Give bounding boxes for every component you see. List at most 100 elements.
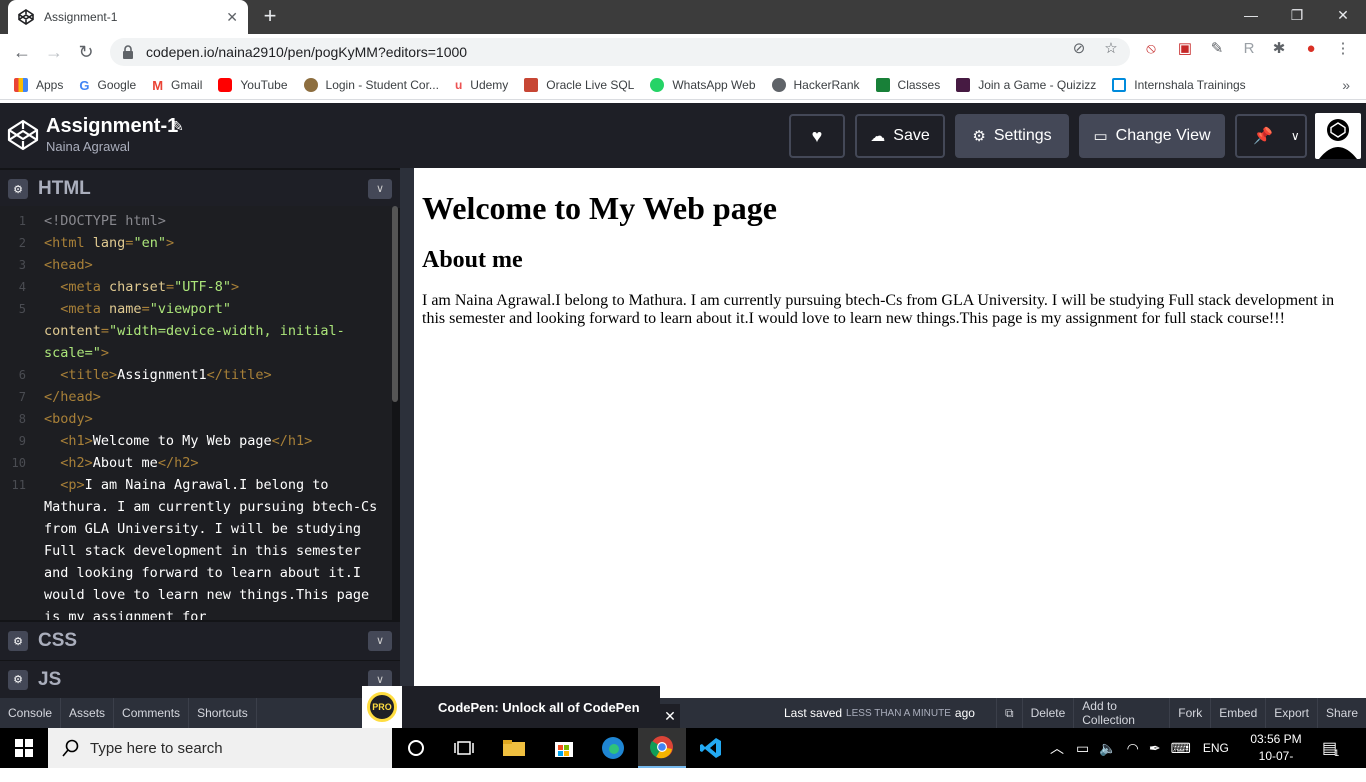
shortcuts-button[interactable]: Shortcuts [189, 698, 257, 728]
code-line: <p>I am Naina Agrawal.I belong to Mathur… [44, 477, 386, 620]
promo-close-icon[interactable]: ✕ [660, 704, 680, 728]
codepen-logo-icon[interactable] [7, 119, 39, 151]
avatar[interactable] [1315, 113, 1361, 159]
wifi-icon[interactable]: ◠ [1127, 740, 1139, 757]
taskbar-search[interactable]: Type here to search [48, 728, 392, 768]
pro-promo-banner[interactable]: PRO CodePen: Unlock all of CodePen [362, 686, 660, 728]
bookmark-quizizz[interactable]: Join a Game - Quizizz [956, 77, 1096, 92]
notifications-icon[interactable]: ▤ 1 [1322, 728, 1339, 768]
code-line: <head> [44, 257, 93, 273]
code-line: <!DOCTYPE html> [44, 213, 166, 229]
restore-icon[interactable]: ❐ [1274, 0, 1320, 30]
editor-scrollbar[interactable] [392, 206, 398, 402]
eye-off-icon[interactable]: ⊘ [1070, 40, 1088, 58]
bookmark-apps[interactable]: Apps [14, 77, 63, 92]
cortana-icon[interactable] [392, 728, 440, 768]
microsoft-store-icon[interactable] [540, 728, 588, 768]
fork-button[interactable]: Fork [1170, 698, 1212, 728]
code-line: <h1>Welcome to My Web page</h1> [60, 433, 313, 449]
start-button[interactable] [0, 728, 48, 768]
js-panel-header[interactable]: ⚙ JS ∨ [0, 661, 400, 698]
window-close-icon[interactable]: ✕ [1320, 0, 1366, 30]
assets-button[interactable]: Assets [61, 698, 115, 728]
bookmark-whatsapp[interactable]: WhatsApp Web [650, 77, 756, 92]
address-bar[interactable]: codepen.io/naina2910/pen/pogKyMM?editors… [110, 38, 1130, 66]
bookmark-youtube[interactable]: YouTube [218, 77, 288, 92]
bookmark-gmail[interactable]: M Gmail [152, 78, 202, 93]
love-button[interactable]: ♥ [789, 114, 845, 158]
html-code-editor[interactable]: 1 2 3 4 5 6 7 8 9 10 11 <!DOCTYPE html> <… [0, 206, 392, 620]
reload-icon[interactable]: ↻ [74, 40, 98, 64]
css-settings-icon[interactable]: ⚙ [8, 631, 28, 651]
code-line: <html lang="en"> [44, 235, 175, 251]
pen-title[interactable]: Assignment-1 [46, 115, 178, 138]
vscode-icon[interactable] [687, 728, 735, 768]
save-button[interactable]: ☁ Save [855, 114, 945, 158]
pin-menu-button[interactable]: 📌 ∨ [1235, 114, 1307, 158]
bookmark-classes[interactable]: Classes [875, 77, 940, 92]
css-panel-header[interactable]: ⚙ CSS ∨ [0, 622, 400, 660]
bookmarks-more-icon[interactable]: » [1342, 77, 1350, 93]
windows-logo-icon [15, 739, 33, 757]
bookmark-google[interactable]: G Google [79, 78, 136, 93]
bookmark-internshala[interactable]: Internshala Trainings [1112, 77, 1246, 92]
menu-kebab-icon[interactable]: ⋮ [1334, 40, 1352, 58]
bookmark-oracle-live-sql[interactable]: Oracle Live SQL [524, 77, 634, 92]
minimize-icon[interactable]: — [1228, 0, 1274, 30]
browser-tab[interactable]: Assignment-1 ✕ [8, 0, 248, 34]
comments-button[interactable]: Comments [114, 698, 190, 728]
preview-heading: Welcome to My Web page [422, 190, 777, 226]
footer-actions: ⧉ Delete Add to Collection Fork Embed Ex… [996, 698, 1366, 728]
editor-resizer[interactable] [400, 168, 414, 698]
html-panel-header[interactable]: ⚙ HTML ∨ [0, 170, 400, 208]
export-button[interactable]: Export [1266, 698, 1318, 728]
pen-author[interactable]: Naina Agrawal [46, 139, 130, 154]
open-external-icon[interactable]: ⧉ [996, 698, 1023, 728]
block-ext-icon[interactable]: ⦸ [1142, 40, 1160, 58]
extensions-icon[interactable]: ✱ [1270, 40, 1288, 58]
file-explorer-icon[interactable] [490, 728, 538, 768]
language-indicator[interactable]: ENG [1203, 741, 1229, 755]
console-button[interactable]: Console [0, 698, 62, 728]
new-tab-button[interactable]: + [258, 4, 282, 28]
bookmark-hackerrank[interactable]: HackerRank [771, 77, 860, 92]
lock-icon [123, 45, 133, 59]
code-line: <meta charset="UTF-8"> [60, 279, 240, 295]
heart-icon: ♥ [811, 125, 823, 146]
js-settings-icon[interactable]: ⚙ [8, 669, 28, 690]
search-placeholder: Type here to search [90, 739, 223, 757]
preview-paragraph: I am Naina Agrawal.I belong to Mathura. … [422, 292, 1335, 327]
edge-icon[interactable] [589, 728, 637, 768]
forward-icon[interactable]: → [42, 40, 66, 64]
chevron-down-icon[interactable]: ∨ [368, 631, 392, 651]
chevron-down-icon[interactable]: ∨ [368, 179, 392, 199]
task-view-icon[interactable] [440, 728, 488, 768]
profile-icon[interactable]: ● [1302, 40, 1320, 58]
clock[interactable]: 03:56 PM 10-07-2020 [1246, 731, 1306, 782]
chrome-taskbar-icon[interactable] [638, 728, 686, 768]
bookmark-student-login[interactable]: Login - Student Cor... [303, 77, 439, 92]
edit-pencil-icon[interactable]: ✎ [172, 118, 184, 135]
bookmark-udemy[interactable]: u Udemy [455, 78, 508, 92]
pin-icon: 📌 [1253, 128, 1273, 145]
r-ext-icon[interactable]: R [1240, 40, 1258, 58]
volume-icon[interactable]: 🔈 [1099, 740, 1116, 757]
shield-ext-icon[interactable]: ▣ [1176, 40, 1194, 58]
settings-button[interactable]: ⚙ Settings [955, 114, 1069, 158]
delete-button[interactable]: Delete [1023, 698, 1075, 728]
battery-icon[interactable]: ▭ [1076, 740, 1089, 757]
tools-ext-icon[interactable]: ✎ [1208, 40, 1226, 58]
embed-button[interactable]: Embed [1211, 698, 1267, 728]
html-settings-icon[interactable]: ⚙ [8, 179, 28, 199]
pen-icon[interactable]: ✒ [1149, 740, 1161, 757]
keyboard-icon[interactable]: ⌨ [1171, 740, 1191, 757]
star-icon[interactable]: ☆ [1102, 40, 1120, 58]
chevron-up-icon[interactable]: ︿ [1050, 738, 1064, 758]
add-to-collection-button[interactable]: Add to Collection [1074, 698, 1171, 728]
back-icon[interactable]: ← [10, 40, 34, 64]
share-button[interactable]: Share [1318, 698, 1366, 728]
change-view-button[interactable]: ▭ Change View [1079, 114, 1225, 158]
tab-close-icon[interactable]: ✕ [226, 9, 238, 26]
globe-icon [771, 77, 786, 92]
code-content: <!DOCTYPE html> <html lang="en"> <head> <m… [44, 210, 384, 620]
